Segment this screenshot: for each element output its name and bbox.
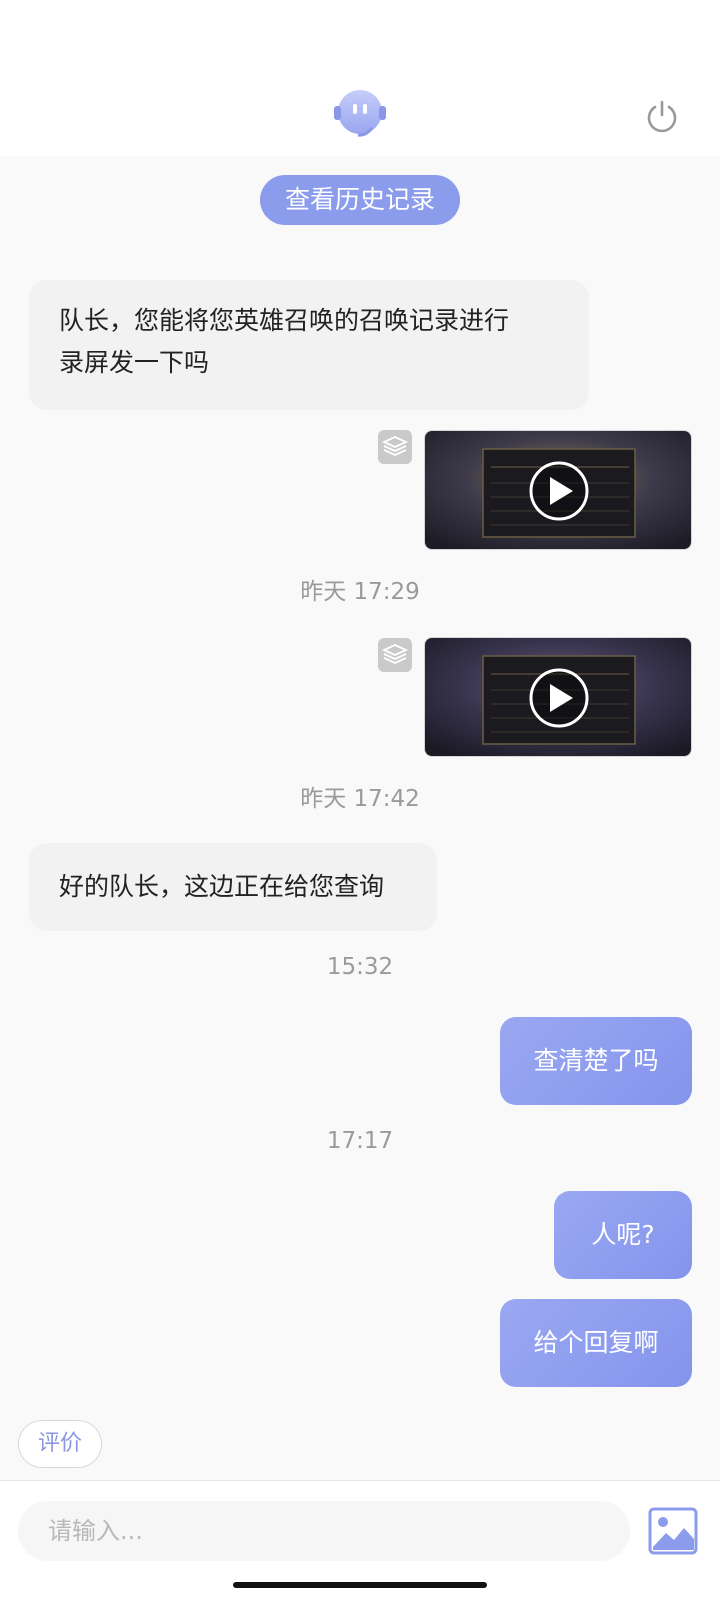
message-text: 好的队长，这边正在给您查询 xyxy=(59,872,385,901)
agent-message-bubble: 好的队长，这边正在给您查询 xyxy=(29,843,437,931)
message-text-line: 录屏发一下吗 xyxy=(59,348,210,377)
image-upload-icon[interactable] xyxy=(648,1507,698,1555)
layers-icon xyxy=(378,430,412,464)
message-text-line: 队长，您能将您英雄召唤的召唤记录进行 xyxy=(59,306,510,335)
power-icon[interactable] xyxy=(645,98,679,134)
message-timestamp: 15:32 xyxy=(326,954,394,980)
layers-icon xyxy=(378,638,412,672)
message-timestamp: 昨天 17:42 xyxy=(300,786,420,812)
message-timestamp: 昨天 17:29 xyxy=(300,579,420,605)
agent-message-bubble: 队长，您能将您英雄召唤的召唤记录进行 录屏发一下吗 xyxy=(29,280,589,410)
robot-assistant-icon xyxy=(334,90,386,137)
user-message-bubble: 查清楚了吗 xyxy=(500,1017,692,1105)
rate-button[interactable]: 评价 xyxy=(18,1420,102,1468)
view-history-button[interactable]: 查看历史记录 xyxy=(260,175,460,225)
message-input[interactable] xyxy=(18,1501,630,1561)
video-message-thumbnail[interactable] xyxy=(424,637,692,757)
video-message-thumbnail[interactable] xyxy=(424,430,692,550)
message-timestamp: 17:17 xyxy=(326,1128,394,1154)
user-message-bubble: 人呢? xyxy=(554,1191,692,1279)
home-indicator xyxy=(233,1582,487,1588)
user-message-bubble: 给个回复啊 xyxy=(500,1299,692,1387)
chat-header xyxy=(0,0,720,156)
